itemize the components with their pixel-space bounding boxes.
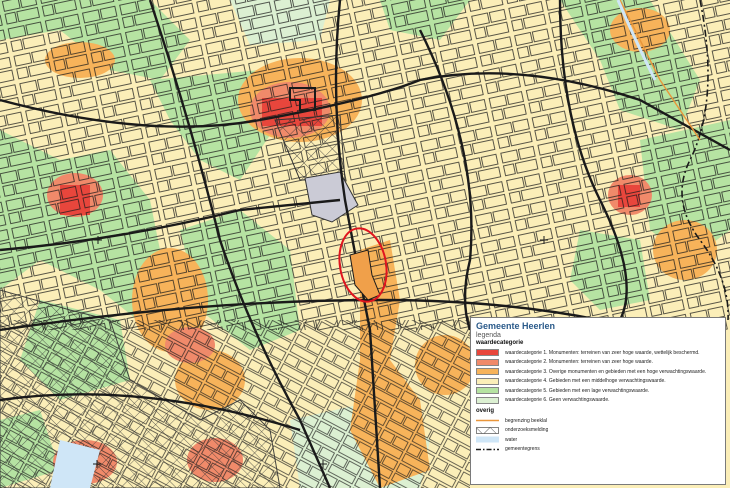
legend-row-cat5: waardecategorie 5. Gebieden met een lage…: [476, 386, 720, 396]
legend-row-cat6: waardecategorie 6. Geen verwachtingswaar…: [476, 396, 720, 406]
swatch-cat4: [476, 377, 499, 385]
legend-label-boundary: gemeentegrens: [505, 446, 540, 453]
legend-row-brook: begrenzing beeklal: [476, 416, 720, 426]
hatched-area-icon: [476, 426, 499, 434]
legend-title: Gemeente Heerlen: [476, 321, 556, 331]
legend-label-cat2: waardecategorie 2. Monumenten: terreinen…: [505, 359, 653, 366]
swatch-cat6: [476, 396, 499, 404]
map-legend: Gemeente Heerlen legenda waardecategorie…: [470, 317, 726, 485]
legend-label-cat3: waardecategorie 3. Overige monumenten en…: [505, 368, 707, 375]
legend-row-cat2: waardecategorie 2. Monumenten: terreinen…: [476, 358, 720, 368]
legend-label-water: water: [505, 436, 518, 443]
water-icon: [476, 436, 499, 443]
legend-label-cat1: waardecategorie 1. Monumenten: terreinen…: [505, 349, 700, 356]
legend-label-brook: begrenzing beeklal: [505, 417, 547, 424]
swatch-cat1: [476, 349, 499, 357]
legend-row-cat4: waardecategorie 4. Gebieden met een midd…: [476, 377, 720, 387]
legend-subtitle: legenda: [476, 332, 501, 339]
swatch-cat3: [476, 368, 499, 376]
legend-label-cat4: waardecategorie 4. Gebieden met een midd…: [505, 378, 666, 385]
dashed-boundary-icon: [476, 448, 499, 450]
legend-row-cat3: waardecategorie 3. Overige monumenten en…: [476, 367, 720, 377]
orange-line-icon: [476, 420, 499, 422]
legend-label-research: onderzoeksmelding: [505, 427, 549, 434]
legend-label-cat5: waardecategorie 5. Gebieden met een lage…: [505, 387, 650, 394]
legend-row-boundary: gemeentegrens: [476, 445, 720, 455]
swatch-cat2: [476, 358, 499, 366]
legend-section-value-category: waardecategorie: [476, 340, 524, 346]
legend-row-water: water: [476, 435, 720, 445]
legend-row-research: onderzoeksmelding: [476, 426, 720, 436]
legend-row-cat1: waardecategorie 1. Monumenten: terreinen…: [476, 348, 720, 358]
legend-label-cat6: waardecategorie 6. Geen verwachtingswaar…: [505, 397, 610, 404]
legend-section-other: overig: [476, 408, 495, 414]
swatch-cat5: [476, 387, 499, 395]
